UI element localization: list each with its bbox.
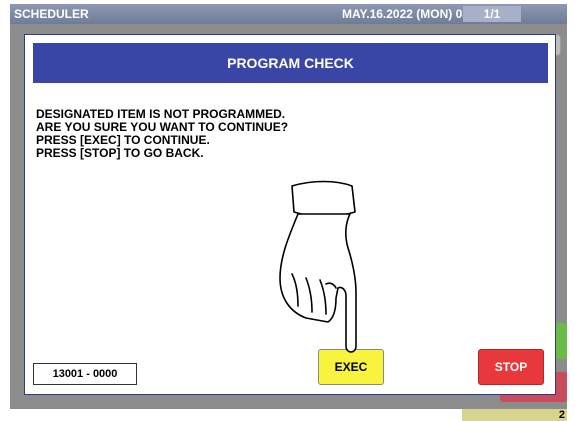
dialog-title: PROGRAM CHECK [33,43,548,83]
app-title: SCHEDULER [14,7,89,21]
message-line: PRESS [STOP] TO GO BACK. [36,146,204,160]
item-code: 13001 - 0000 [33,363,137,385]
dialog-message: DESIGNATED ITEM IS NOT PROGRAMMED. ARE Y… [36,108,288,160]
screen: SCHEDULER MAY.16.2022 (MON) 03:18 1/1 2 … [0,0,575,421]
title-bar: SCHEDULER MAY.16.2022 (MON) 03:18 1/1 [10,4,567,24]
pointing-hand-icon [279,180,357,353]
stop-button[interactable]: STOP [478,349,544,385]
page-indicator: 1/1 [463,6,521,22]
background-counter: 2 [462,409,567,421]
